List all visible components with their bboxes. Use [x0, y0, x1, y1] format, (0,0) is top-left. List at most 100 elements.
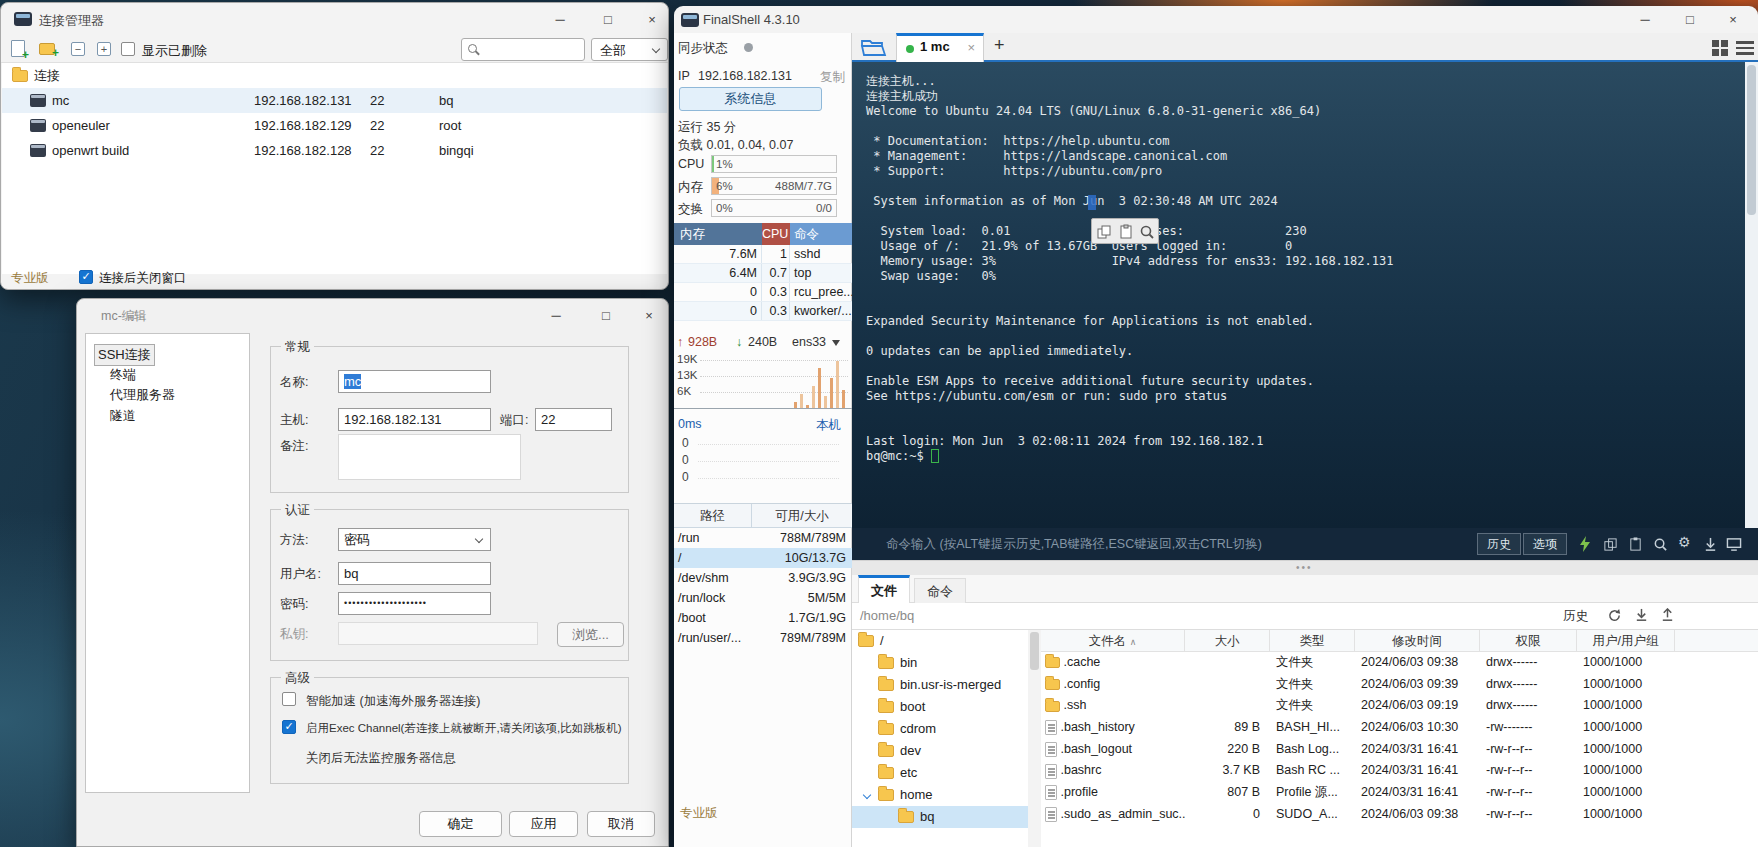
process-row[interactable]: 6.4M0.7top — [674, 264, 852, 283]
download-icon[interactable] — [1634, 608, 1649, 623]
remark-field[interactable] — [338, 434, 521, 480]
disk-row[interactable]: /run/lock5M/5M — [674, 588, 852, 608]
username-field[interactable]: bq — [338, 562, 491, 585]
tab-commands[interactable]: 命令 — [914, 578, 966, 603]
path-input[interactable]: /home/bq — [860, 608, 914, 623]
tree-item-home[interactable]: home — [852, 784, 1028, 806]
file-row[interactable]: .bash_logout 220 B Bash Log... 2024/03/3… — [1041, 739, 1758, 761]
iface-name[interactable]: ens33 — [792, 335, 826, 349]
private-key-field[interactable] — [338, 622, 538, 645]
tree-item-dev[interactable]: dev — [852, 740, 1028, 762]
tab-1-mc[interactable]: 1 mc × — [896, 33, 984, 62]
ok-button[interactable]: 确定 — [419, 811, 502, 837]
exec-channel-checkbox[interactable] — [282, 720, 296, 734]
file-history-button[interactable]: 历史 — [1563, 608, 1588, 625]
tree-scrollbar[interactable] — [1028, 630, 1041, 847]
new-connection-button[interactable] — [11, 40, 29, 58]
file-col-header[interactable]: 修改时间 — [1355, 630, 1480, 651]
file-col-header[interactable]: 文件名 ∧ — [1041, 630, 1185, 651]
smart-accel-checkbox[interactable] — [282, 692, 296, 706]
process-row[interactable]: 00.3kworker/... — [674, 302, 852, 321]
fs-minimize-button[interactable]: ─ — [1630, 9, 1660, 31]
process-col-header[interactable]: 命令 — [790, 223, 852, 245]
file-row[interactable]: .bash_history 89 B BASH_HI... 2024/06/03… — [1041, 717, 1758, 739]
show-deleted-checkbox[interactable] — [121, 42, 135, 56]
paste-icon[interactable] — [1118, 224, 1134, 240]
file-col-header[interactable]: 权限 — [1480, 630, 1577, 651]
tree-root[interactable]: 连接 — [2, 63, 667, 88]
browse-button[interactable]: 浏览... — [557, 622, 624, 647]
fs-close-button[interactable]: × — [1718, 9, 1748, 31]
filter-dropdown[interactable]: 全部 — [591, 38, 668, 61]
tree-item-boot[interactable]: boot — [852, 696, 1028, 718]
host-field[interactable]: 192.168.182.131 — [338, 408, 491, 431]
port-field[interactable]: 22 — [535, 408, 612, 431]
new-tab-button[interactable]: + — [994, 35, 1005, 56]
command-input[interactable]: 命令输入 (按ALT键提示历史,TAB键路径,ESC键返回,双击CTRL切换) — [886, 536, 1262, 553]
disk-row[interactable]: /run/user/...789M/789M — [674, 628, 852, 648]
dialog-maximize-button[interactable]: □ — [591, 305, 621, 327]
dialog-nav-item[interactable]: SSH连接 — [86, 344, 249, 364]
connection-row[interactable]: openwrt build 192.168.182.128 22 bingqi — [2, 138, 667, 163]
new-folder-button[interactable] — [39, 40, 57, 58]
upload-icon[interactable] — [1660, 608, 1675, 623]
disk-row[interactable]: /boot1.7G/1.9G — [674, 608, 852, 628]
disk-row[interactable]: /10G/13.7G — [674, 548, 852, 568]
collapse-all-button[interactable]: − — [71, 40, 89, 58]
expand-all-button[interactable]: + — [97, 40, 115, 58]
disk-col-header[interactable]: 可用/大小 — [752, 504, 852, 527]
tree-item-bq[interactable]: bq — [852, 806, 1028, 828]
gear-icon[interactable]: ⚙ — [1678, 534, 1691, 550]
file-row[interactable]: .bashrc 3.7 KB Bash RC ... 2024/03/31 16… — [1041, 760, 1758, 782]
cancel-button[interactable]: 取消 — [587, 811, 655, 837]
refresh-icon[interactable] — [1607, 608, 1622, 623]
file-row[interactable]: .profile 807 B Profile 源... 2024/03/31 1… — [1041, 782, 1758, 804]
close-after-connect-checkbox[interactable] — [79, 270, 93, 284]
file-col-header[interactable]: 类型 — [1270, 630, 1355, 651]
terminal[interactable]: 连接主机... 连接主机成功 Welcome to Ubuntu 24.04 L… — [852, 62, 1758, 528]
connection-row[interactable]: mc 192.168.182.131 22 bq — [2, 88, 667, 113]
panel-splitter[interactable]: ••• — [852, 560, 1758, 575]
lightning-icon[interactable] — [1578, 536, 1592, 552]
open-folder-icon[interactable] — [860, 37, 888, 58]
paste-icon[interactable] — [1628, 537, 1643, 552]
disk-row[interactable]: /run788M/789M — [674, 528, 852, 548]
terminal-scrollbar[interactable] — [1745, 62, 1758, 528]
tab-close-icon[interactable]: × — [967, 40, 975, 55]
tree-item-bin[interactable]: bin — [852, 652, 1028, 674]
password-field[interactable]: •••••••••••••••••••• — [338, 592, 491, 615]
search-input[interactable] — [461, 38, 585, 61]
expand-arrow-icon[interactable] — [863, 791, 871, 799]
copy-icon[interactable] — [1603, 537, 1618, 552]
process-col-header[interactable]: 内存 — [674, 223, 762, 245]
process-row[interactable]: 7.6M1sshd — [674, 245, 852, 264]
monitor-icon[interactable] — [1726, 537, 1742, 552]
copy-ip-link[interactable]: 复制 — [820, 69, 845, 86]
file-row[interactable]: .ssh 文件夹 2024/06/03 09:19 drwx------ 100… — [1041, 695, 1758, 717]
history-button[interactable]: 历史 — [1477, 533, 1521, 555]
options-button[interactable]: 选项 — [1523, 533, 1567, 555]
iface-dropdown-icon[interactable] — [832, 340, 840, 346]
minimize-button[interactable]: ─ — [545, 9, 575, 31]
connection-row[interactable]: openeuler 192.168.182.129 22 root — [2, 113, 667, 138]
tree-item-binusrismerged[interactable]: bin.usr-is-merged — [852, 674, 1028, 696]
file-row[interactable]: .config 文件夹 2024/06/03 09:39 drwx------ … — [1041, 674, 1758, 696]
tree-item-etc[interactable]: etc — [852, 762, 1028, 784]
close-button[interactable]: × — [637, 9, 667, 31]
dialog-nav-item[interactable]: 隧道 — [86, 406, 249, 426]
method-select[interactable]: 密码 — [338, 528, 491, 551]
tab-files[interactable]: 文件 — [858, 575, 910, 603]
process-col-header[interactable]: CPU — [762, 223, 790, 245]
search-icon[interactable] — [1139, 224, 1155, 240]
name-field[interactable]: mc — [338, 370, 491, 393]
copy-icon[interactable] — [1096, 224, 1112, 240]
tree-item-cdrom[interactable]: cdrom — [852, 718, 1028, 740]
menu-icon[interactable] — [1736, 41, 1754, 55]
maximize-button[interactable]: □ — [593, 9, 623, 31]
process-row[interactable]: 00.3rcu_pree... — [674, 283, 852, 302]
system-info-button[interactable]: 系统信息 — [679, 87, 822, 111]
search-icon[interactable] — [1653, 537, 1668, 552]
disk-row[interactable]: /dev/shm3.9G/3.9G — [674, 568, 852, 588]
download-icon[interactable] — [1703, 537, 1718, 552]
dialog-close-button[interactable]: × — [634, 305, 664, 327]
